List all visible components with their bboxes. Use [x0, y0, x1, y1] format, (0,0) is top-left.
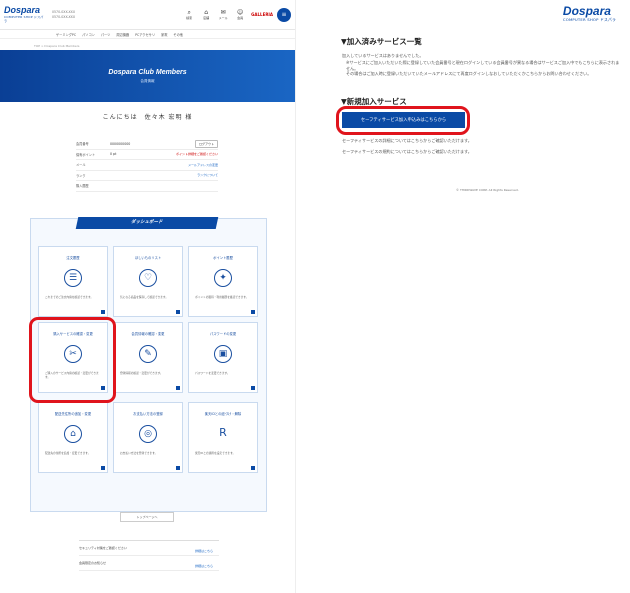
- news-item: セキュリティ対策をご確認ください 詳細はこちら: [79, 541, 219, 556]
- heart-icon: ♡: [139, 269, 157, 287]
- site-logo[interactable]: Dospara COMPUTER SHOP ドスパラ: [4, 6, 46, 24]
- nav-item[interactable]: ゲーミングPC: [56, 32, 76, 37]
- dashboard-card[interactable]: 注文履歴 ☰ これまでのご注文内容を確認できます。: [38, 246, 108, 317]
- highlight-apply-button: [336, 106, 470, 135]
- mail-icon[interactable]: ✉ メール: [217, 9, 229, 20]
- card-title: お支払い方法の登録: [133, 412, 163, 416]
- news-link[interactable]: 詳細はこちら: [195, 564, 213, 568]
- service-terms-link-text[interactable]: セーフティサービスの規約についてはこちらからご確認いただけます。: [342, 149, 622, 155]
- dashboard-card[interactable]: 会員情報の確認・変更 ✎ 登録情報の確認・変更ができます。: [113, 322, 183, 393]
- member-info-row: ランク ランクについて: [76, 171, 218, 181]
- search-icon[interactable]: ⌕ 検索: [183, 9, 195, 20]
- card-description: 気になる商品を保存して確認できます。: [120, 295, 169, 299]
- info-key: 購入履歴: [76, 184, 89, 189]
- nav-item[interactable]: パーツ: [101, 32, 111, 37]
- profile-icon: ✎: [139, 345, 157, 363]
- safety-service-page: Dospara COMPUTER SHOP ドスパラ ▼加入済みサービス一覧 加…: [304, 0, 630, 593]
- card-description: 登録情報の確認・変更ができます。: [120, 371, 163, 375]
- card-description: 楽天IDとの連携を設定できます。: [195, 451, 236, 455]
- list-icon: ☰: [64, 269, 82, 287]
- members-banner: Dospara Club Members 会員情報: [0, 50, 295, 102]
- nav-item[interactable]: 家電: [161, 32, 167, 37]
- card-description: これまでのご注文内容を確認できます。: [45, 295, 94, 299]
- card-arrow-icon: [251, 310, 255, 314]
- card-description: パスワードを変更できます。: [195, 371, 230, 375]
- point-icon: ✦: [214, 269, 232, 287]
- menu-icon[interactable]: ≡: [277, 7, 291, 22]
- user-icon[interactable]: ☺ 会員: [234, 9, 246, 20]
- shop-icon[interactable]: ⌂ 店舗: [200, 9, 212, 20]
- member-info-table: 会員番号 0000000000 ログアウト保有ポイント 0 pt ポイント詳細をご確認く…: [76, 139, 218, 192]
- card-arrow-icon: [176, 386, 180, 390]
- info-key: メール: [76, 163, 86, 168]
- card-arrow-icon: [101, 310, 105, 314]
- info-value: 0000000000: [110, 141, 131, 146]
- card-icon: ◎: [139, 425, 157, 443]
- rakuten-icon: R: [219, 426, 227, 439]
- info-row-link[interactable]: ランクについて: [197, 173, 218, 177]
- card-description: お支払い方法を登録できます。: [120, 451, 158, 455]
- info-key: 保有ポイント: [76, 152, 96, 157]
- dashboard-card[interactable]: 配送先住所の追加・変更 ⌂ 配送先の住所を追加・変更できます。: [38, 402, 108, 473]
- point-notice[interactable]: ポイント詳細をご確認ください: [176, 152, 218, 156]
- info-value: 0 pt: [110, 152, 117, 157]
- card-arrow-icon: [176, 310, 180, 314]
- dashboard-title: ダッシュボード: [75, 217, 219, 229]
- global-nav: ゲーミングPC パソコン パーツ 周辺機器 PCアクセサリ 家電 その他: [0, 30, 295, 39]
- nav-item[interactable]: PCアクセサリ: [135, 32, 155, 37]
- info-key: ランク: [76, 173, 86, 178]
- card-arrow-icon: [251, 386, 255, 390]
- dashboard-card[interactable]: ポイント履歴 ✦ ポイントの獲得・利用履歴を確認できます。: [188, 246, 258, 317]
- nav-item[interactable]: その他: [173, 32, 183, 37]
- news-list: セキュリティ対策をご確認ください 詳細はこちら 会員限定のお知らせ 詳細はこちら: [79, 540, 219, 588]
- member-info-row: メール メールアドレスの変更: [76, 160, 218, 171]
- card-arrow-icon: [251, 466, 255, 470]
- service-detail-link-text[interactable]: セーフティサービスの詳細についてはこちらからご確認いただけます。: [342, 138, 622, 144]
- greeting: こんにちは 佐々木 宏明 様: [102, 114, 193, 121]
- card-title: ほしいものリスト: [134, 256, 162, 260]
- home-icon: ⌂: [64, 425, 82, 443]
- copyright: © THIRDWAVE CORP. All Rights Reserved.: [456, 188, 519, 192]
- subscribed-line-1: 加入しているサービスはありませんでした。: [342, 53, 424, 58]
- news-item: 会員限定のお知らせ 詳細はこちら: [79, 556, 219, 571]
- nav-item[interactable]: パソコン: [82, 32, 95, 37]
- banner-subtitle: 会員情報: [140, 78, 155, 83]
- info-key: 会員番号: [76, 142, 89, 147]
- highlight-purchase-services: [29, 317, 116, 403]
- breadcrumb[interactable]: TOP > Dospara Club Members: [0, 39, 295, 50]
- dashboard-card[interactable]: ほしいものリスト ♡ 気になる商品を保存して確認できます。: [113, 246, 183, 317]
- nav-item[interactable]: 周辺機器: [116, 32, 129, 37]
- news-link[interactable]: 詳細はこちら: [195, 549, 213, 553]
- card-arrow-icon: [176, 466, 180, 470]
- right-site-logo[interactable]: Dospara COMPUTER SHOP ドスパラ: [563, 5, 616, 23]
- card-title: 配送先住所の追加・変更: [54, 412, 92, 416]
- header-icons: ⌕ 検索 ⌂ 店舗 ✉ メール ☺ 会員: [183, 9, 246, 20]
- site-header: Dospara COMPUTER SHOP ドスパラ 0570-0XX-XXX …: [0, 0, 295, 30]
- back-to-top-button[interactable]: トップページへ: [120, 512, 174, 522]
- dashboard-card[interactable]: パスワードの変更 ▣ パスワードを変更できます。: [188, 322, 258, 393]
- member-info-row: 保有ポイント 0 pt ポイント詳細をご確認ください: [76, 150, 218, 160]
- card-title: ポイント履歴: [213, 256, 233, 260]
- card-title: 会員情報の確認・変更: [131, 332, 165, 336]
- subscribed-services-heading: ▼加入済みサービス一覧: [341, 37, 422, 46]
- card-title: 楽天IDとの紐づけ・解除: [204, 412, 242, 416]
- logout-button[interactable]: ログアウト: [194, 139, 218, 148]
- subscribed-line-2: ※サービスにご加入いただいた際に登録していた会員番号と現在ログインしている会員番…: [346, 60, 620, 71]
- banner-title: Dospara Club Members: [108, 68, 187, 76]
- card-description: ポイントの獲得・利用履歴を確認できます。: [195, 295, 249, 299]
- phone-numbers: 0570-0XX-XXX 0570-0XX-XXX: [52, 9, 76, 19]
- lock-icon: ▣: [214, 345, 232, 363]
- dashboard-card[interactable]: お支払い方法の登録 ◎ お支払い方法を登録できます。: [113, 402, 183, 473]
- card-title: 注文履歴: [66, 256, 80, 260]
- card-description: 配送先の住所を追加・変更できます。: [45, 451, 91, 455]
- member-info-row: 購入履歴: [76, 181, 218, 192]
- subscribed-line-3: その場合はご加入時に登録いただいていたメールアドレスにて再度ログインしなおしてい…: [346, 71, 592, 76]
- galleria-logo[interactable]: GALLERIA: [251, 12, 273, 17]
- dashboard-card[interactable]: 楽天IDとの紐づけ・解除 R 楽天IDとの連携を設定できます。: [188, 402, 258, 473]
- card-title: パスワードの変更: [209, 332, 237, 336]
- card-arrow-icon: [101, 466, 105, 470]
- member-info-row: 会員番号 0000000000 ログアウト: [76, 139, 218, 150]
- info-row-link[interactable]: メールアドレスの変更: [188, 163, 218, 167]
